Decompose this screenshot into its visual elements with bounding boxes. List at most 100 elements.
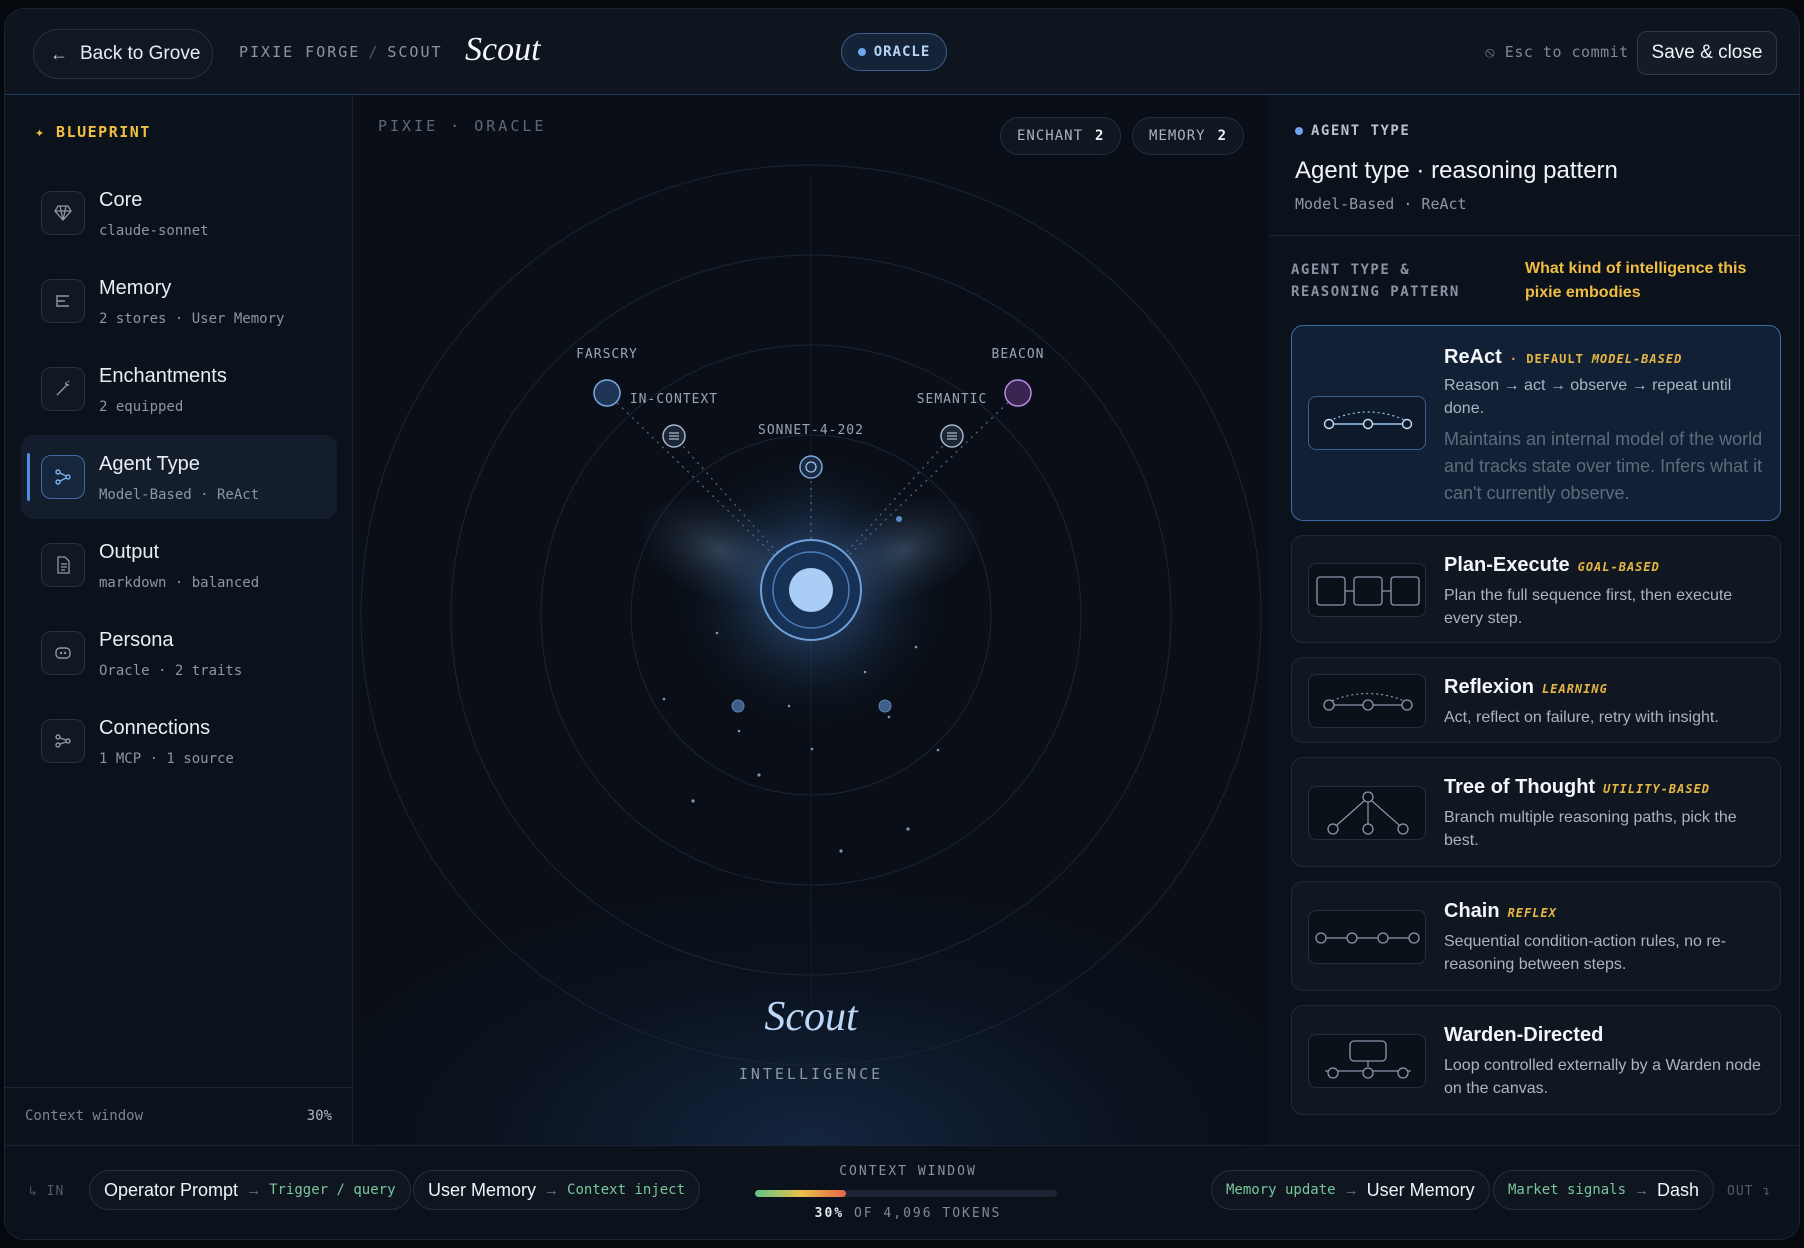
chip-name: Dash — [1657, 1179, 1700, 1200]
context-value: 30% — [306, 1108, 332, 1124]
input-chip-user-memory[interactable]: User Memory → Context inject — [413, 1170, 701, 1210]
panel-title: Agent type · reasoning pattern — [1295, 157, 1618, 184]
pixie-name: Scout — [764, 994, 858, 1040]
chip-name: User Memory — [428, 1179, 537, 1200]
agent-card-name: Warden-Directed — [1444, 1024, 1603, 1047]
section-note: What kind of intelligence this pixie emb… — [1525, 260, 1747, 301]
sidebar-item-persona[interactable]: Persona Oracle · 2 traits — [21, 611, 337, 695]
arrow-right-icon: → — [1343, 1181, 1359, 1199]
header: ← Back to Grove PIXIE FORGE / SCOUT Scout … — [5, 9, 1799, 95]
sidebar-item-sub: 2 equipped — [99, 399, 184, 415]
agent-card-name: Plan-Execute GOAL-BASED — [1444, 554, 1660, 577]
sidebar-item-sub: claude-sonnet — [99, 223, 209, 239]
chip-target: Context inject — [567, 1182, 686, 1198]
node-label-beacon: BEACON — [992, 347, 1045, 362]
agent-name-reflexion: Reflexion — [1444, 676, 1535, 698]
page-title: Scout — [465, 31, 541, 68]
sidebar-item-label: Memory — [99, 277, 172, 299]
status-dot-icon — [857, 48, 866, 56]
agent-card-name: ReAct · DEFAULT MODEL-BASED — [1444, 346, 1682, 369]
agent-card-detail: Maintains an internal model of the world… — [1444, 429, 1763, 503]
section-label: AGENT TYPE & REASONING PATTERN — [1291, 262, 1460, 300]
sidebar-item-label: Core — [99, 189, 143, 211]
panel-subtitle: Model-Based · ReAct — [1295, 195, 1467, 213]
blueprint-sidebar: ✦ BLUEPRINT Core claude-sonnet Memory 2 … — [5, 95, 353, 1145]
sidebar-item-connections[interactable]: Connections 1 MCP · 1 source — [21, 699, 337, 783]
agent-name-chain: Chain — [1444, 900, 1500, 922]
breadcrumb: PIXIE FORGE / SCOUT — [239, 43, 443, 61]
output-chip-memory-update[interactable]: Memory update → User Memory — [1211, 1170, 1490, 1210]
agent-card-desc: Act, reflect on failure, retry with insi… — [1444, 709, 1719, 726]
tree-icon — [1308, 786, 1426, 840]
chip-source: Memory update — [1226, 1182, 1336, 1198]
output-chip-market-signals[interactable]: Market signals → Dash — [1493, 1170, 1715, 1210]
input-chip-operator-prompt[interactable]: Operator Prompt → Trigger / query — [89, 1170, 411, 1210]
chip-source: Market signals — [1508, 1182, 1627, 1198]
context-percent: 30% — [814, 1206, 845, 1221]
node-label-semantic: SEMANTIC — [917, 392, 988, 407]
context-rest: OF 4,096 TOKENS — [853, 1206, 1002, 1221]
agent-card-plan-execute[interactable]: Plan-Execute GOAL-BASED Plan the full seq… — [1291, 535, 1781, 643]
agent-card-react[interactable]: ReAct · DEFAULT MODEL-BASED Reason → act →… — [1291, 325, 1781, 521]
warden-icon — [1308, 1034, 1426, 1088]
divider — [1269, 235, 1799, 236]
agent-card-name: Chain REFLEX — [1444, 900, 1557, 923]
arrow-right-icon: → — [544, 1181, 560, 1199]
sidebar-item-agent-type[interactable]: Agent Type Model-Based · ReAct — [21, 435, 337, 519]
agent-tag: LEARNING — [1542, 682, 1608, 696]
agent-card-name: Tree of Thought UTILITY-BASED — [1444, 776, 1710, 799]
agent-card-warden-directed[interactable]: Warden-Directed Loop controlled external… — [1291, 1005, 1781, 1115]
chip-name: User Memory — [1366, 1179, 1475, 1200]
node-label-farscry: FARSCRY — [576, 347, 638, 362]
memory-icon — [41, 279, 85, 323]
react-loop-icon — [1308, 396, 1426, 450]
agent-card-reflexion[interactable]: Reflexion LEARNING Act, reflect on failur… — [1291, 657, 1781, 743]
agent-card-name: Reflexion LEARNING — [1444, 676, 1608, 699]
sidebar-item-memory[interactable]: Memory 2 stores · User Memory — [21, 259, 337, 343]
chip-target: Trigger / query — [269, 1182, 396, 1198]
agent-card-desc: Branch multiple reasoning paths, pick th… — [1444, 809, 1737, 849]
agent-card-chain[interactable]: Chain REFLEX Sequential condition-action … — [1291, 881, 1781, 991]
agent-card-tree-of-thought[interactable]: Tree of Thought UTILITY-BASED Branch mult… — [1291, 757, 1781, 867]
mode-badge[interactable]: ORACLE — [841, 33, 947, 71]
gem-icon — [41, 191, 85, 235]
node-label-in-context: IN-CONTEXT — [630, 392, 718, 407]
panel-heading: AGENT TYPE — [1295, 123, 1410, 139]
agent-name-react: ReAct — [1444, 346, 1502, 368]
mode-label: ORACLE — [873, 44, 931, 60]
pixie-canvas[interactable]: PIXIE · ORACLE ENCHANT 2 MEMORY 2 FARSCR… — [354, 95, 1268, 1145]
breadcrumb-scout: SCOUT — [387, 43, 443, 61]
sidebar-item-enchantments[interactable]: Enchantments 2 equipped — [21, 347, 337, 431]
agent-name-plan-execute: Plan-Execute — [1444, 554, 1570, 576]
context-usage: 30% OF 4,096 TOKENS — [763, 1206, 1053, 1221]
node-label-model: SONNET-4-202 — [758, 423, 864, 438]
sidebar-item-core[interactable]: Core claude-sonnet — [21, 171, 337, 255]
mask-icon — [41, 631, 85, 675]
blueprint-heading: ✦ BLUEPRINT — [35, 123, 151, 141]
out-label: OUT ↴ — [1727, 1184, 1772, 1199]
context-window-row: Context window 30% — [5, 1087, 352, 1145]
agent-tag: GOAL-BASED — [1577, 560, 1660, 574]
esc-hint: ⦸ Esc to commit — [1485, 43, 1629, 61]
node-in-context: IN-CONTEXT — [630, 392, 718, 448]
context-progress-bar — [755, 1190, 1057, 1197]
reflexion-icon — [1308, 674, 1426, 728]
agent-card-desc: Plan the full sequence first, then execu… — [1444, 587, 1733, 627]
breadcrumb-forge[interactable]: PIXIE FORGE — [239, 43, 360, 61]
agent-card-desc: Sequential condition-action rules, no re… — [1444, 933, 1726, 973]
sidebar-item-label: Agent Type — [99, 453, 200, 475]
sidebar-item-output[interactable]: Output markdown · balanced — [21, 523, 337, 607]
orbit-diagram: FARSCRY BEACON IN-CONTEXT SEMANTIC SONNE… — [360, 164, 1262, 1095]
chain-icon — [1308, 910, 1426, 964]
app-window: ← Back to Grove PIXIE FORGE / SCOUT Scout … — [4, 8, 1800, 1240]
sidebar-item-label: Persona — [99, 629, 174, 651]
sidebar-item-sub: markdown · balanced — [99, 575, 260, 591]
back-to-grove-button[interactable]: ← Back to Grove — [33, 29, 213, 79]
arrow-left-icon: ← — [50, 43, 68, 64]
io-bar: ↳ IN Operator Prompt → Trigger / query U… — [5, 1145, 1799, 1239]
connections-icon — [41, 719, 85, 763]
sidebar-item-label: Enchantments — [99, 365, 227, 387]
sidebar-item-label: Connections — [99, 717, 211, 739]
save-close-button[interactable]: Save & close — [1637, 31, 1777, 75]
pixie-role: INTELLIGENCE — [738, 1065, 884, 1083]
